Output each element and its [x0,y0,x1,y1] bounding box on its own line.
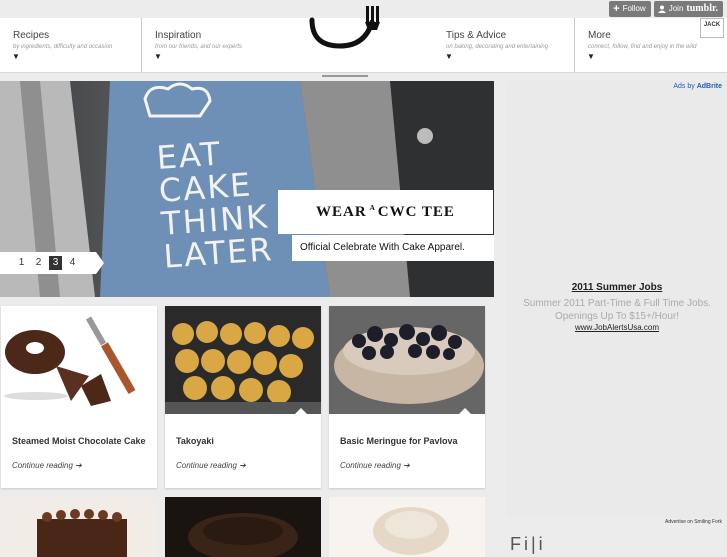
smiling-fork-logo[interactable] [305,0,385,80]
chevron-down-icon: ▼ [445,52,453,61]
card-notch [459,408,471,414]
ad-url-link[interactable]: www.JobAlertsUsa.com [507,323,727,332]
follow-button[interactable]: + Follow [609,1,651,17]
join-label: Join [668,4,684,13]
recipe-card-photo[interactable] [1,497,157,557]
ad-title-link[interactable]: 2011 Summer Jobs [507,282,727,293]
pager-page-2[interactable]: 2 [32,256,45,270]
recipe-card-photo[interactable] [165,497,321,557]
recipe-card[interactable]: Basic Meringue for Pavlova Continue read… [329,306,485,488]
chevron-down-icon: ▼ [12,52,20,61]
ads-brand: AdBrite [696,83,722,90]
recipe-card[interactable]: Steamed Moist Chocolate Cake Continue re… [1,306,157,488]
plus-icon: + [613,3,620,15]
nav-title: Inspiration [155,30,202,41]
chevron-down-icon: ▼ [587,52,595,61]
nav-subtitle: by ingredients, difficulty and occasion [13,44,113,50]
ads-by-label[interactable]: Ads by AdBrite [673,83,722,90]
hero-headline-sup: A [369,203,375,212]
continue-reading-link[interactable]: Continue reading ➔ [176,461,246,470]
hero-headline-left: WEAR [316,203,367,220]
ad-body: Summer 2011 Part-Time & Full Time Jobs. … [523,298,711,322]
nav-title: Recipes [13,30,50,41]
pager-page-4[interactable]: 4 [66,256,79,270]
chevron-down-icon: ▼ [154,52,162,61]
nav-title: More [588,30,611,41]
ads-by-text: Ads by [673,83,695,90]
ads-panel: Ads by AdBrite 2011 Summer Jobs Summer 2… [507,81,727,518]
chocolate-cake-photo [1,306,157,414]
follow-label: Follow [622,4,646,13]
recipe-title[interactable]: Basic Meringue for Pavlova [340,436,480,446]
nav-subtitle: from our friends, and our experts [155,44,243,50]
recipe-title[interactable]: Takoyaki [176,436,316,446]
hero-headline-right: CWC TEE [377,203,455,220]
nav-item-tips[interactable]: Tips & Advice on baking, decorating and … [433,18,574,72]
continue-reading-link[interactable]: Continue reading ➔ [12,461,82,470]
user-icon [657,5,666,13]
nav-item-recipes[interactable]: Recipes by ingredients, difficulty and o… [0,18,141,72]
hero-slider[interactable]: EAT CAKE THINK LATER WEAR A CWC TEE Offici… [0,81,494,297]
nav-subtitle: on baking, decorating and entertaining [446,44,549,50]
continue-reading-link[interactable]: Continue reading ➔ [340,461,410,470]
hero-headline: WEAR A CWC TEE [316,204,455,221]
join-tumblr-button[interactable]: Join tumblr. [653,1,723,17]
pager-page-3[interactable]: 3 [49,256,62,270]
recipe-card[interactable]: Takoyaki Continue reading ➔ [165,306,321,488]
recipe-title[interactable]: Steamed Moist Chocolate Cake [12,436,152,446]
jack-badge[interactable]: JACK [700,18,724,38]
pager-page-1[interactable]: 1 [15,256,28,270]
slider-pager: 1 2 3 4 [0,252,104,274]
pavlova-photo [329,306,485,414]
recipe-card-photo[interactable] [329,497,485,557]
card-notch [131,408,143,414]
tumblr-brand: tumblr. [686,3,718,14]
takoyaki-photo [165,306,321,414]
nav-subtitle: connect, follow, find and enjoy in the w… [588,44,697,50]
advertise-link[interactable]: Advertise on Smiling Fork [665,519,722,525]
hero-headline-box[interactable]: WEAR A CWC TEE [278,190,493,234]
nav-title: Tips & Advice [446,30,507,41]
hero-subline[interactable]: Official Celebrate With Cake Apparel. [292,235,494,261]
card-notch [295,408,307,414]
nav-item-inspiration[interactable]: Inspiration from our friends, and our ex… [142,18,292,72]
tumblr-bar: + Follow Join tumblr. [609,1,723,17]
